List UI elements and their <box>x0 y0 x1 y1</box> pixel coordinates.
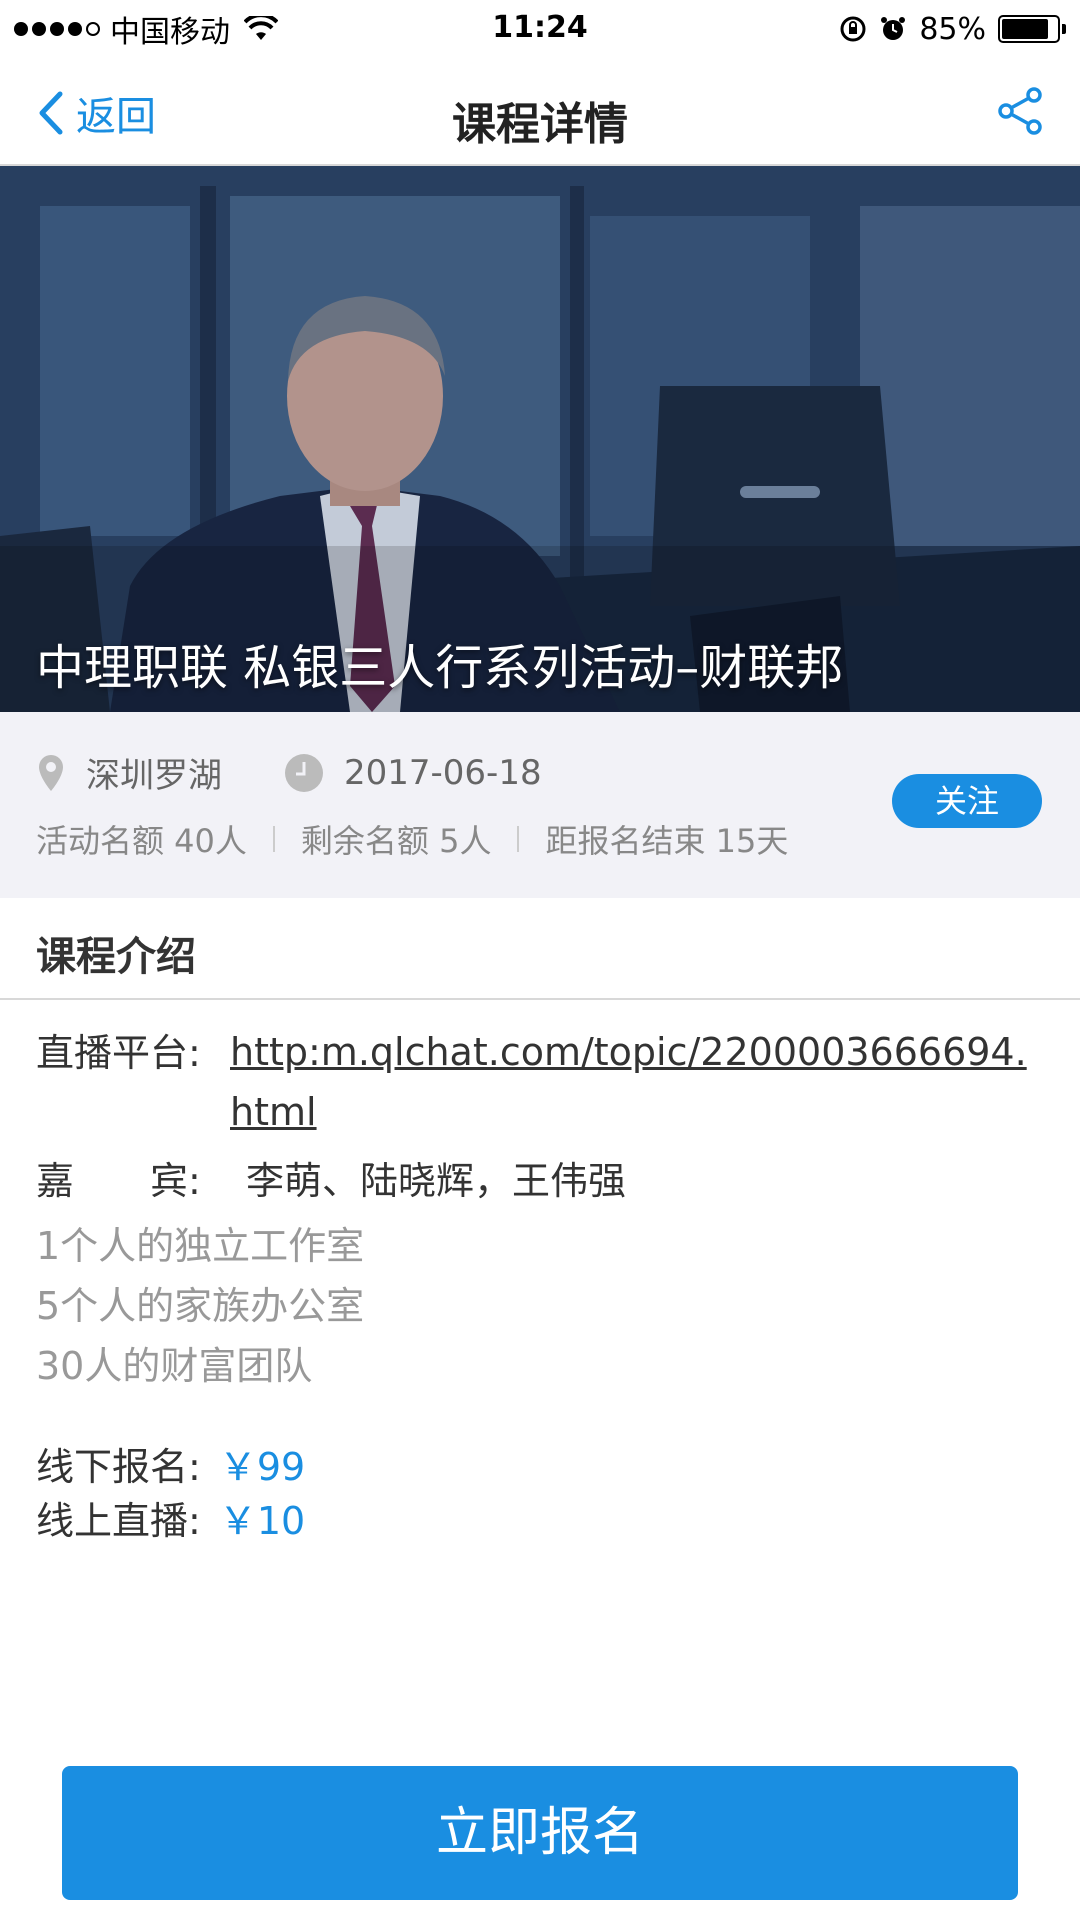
section-header: 课程介绍 <box>0 898 1080 1000</box>
offline-price-row: 线下报名: ￥99 <box>36 1440 305 1494</box>
share-icon[interactable] <box>996 86 1044 136</box>
section-title: 课程介绍 <box>36 934 196 980</box>
offline-label: 线下报名: <box>36 1445 201 1489</box>
description-line: 5个人的家族办公室 <box>36 1284 365 1328</box>
quota-remaining: 剩余名额 5人 <box>300 822 492 860</box>
location-pin-icon <box>39 754 63 791</box>
battery-percent: 85% <box>919 11 986 47</box>
description-line: 1个人的独立工作室 <box>36 1224 365 1268</box>
divider <box>517 826 520 852</box>
quota-row: 活动名额 40人 剩余名额 5人 距报名结束 15天 <box>36 816 788 862</box>
location-date-row: 深圳罗湖 2017-06-18 <box>36 748 542 797</box>
clock-icon <box>285 753 323 792</box>
guest-label: 嘉 宾: <box>36 1159 201 1203</box>
battery-icon <box>998 15 1066 43</box>
divider <box>272 826 275 852</box>
offline-price: ￥99 <box>218 1445 306 1489</box>
online-label: 线上直播: <box>36 1499 201 1543</box>
hero-banner: 中理职联 私银三人行系列活动–财联邦 <box>0 166 1080 712</box>
online-price-row: 线上直播: ￥10 <box>36 1494 305 1548</box>
online-price: ￥10 <box>218 1499 306 1543</box>
rotation-lock-icon <box>840 16 866 42</box>
course-title: 中理职联 私银三人行系列活动–财联邦 <box>36 640 844 696</box>
follow-button[interactable]: 关注 <box>892 774 1042 828</box>
date-text: 2017-06-18 <box>344 752 542 793</box>
course-info: 深圳罗湖 2017-06-18 活动名额 40人 剩余名额 5人 距报名结束 1… <box>0 712 1080 898</box>
description-line: 30人的财富团队 <box>36 1344 313 1388</box>
registration-deadline: 距报名结束 15天 <box>545 822 789 860</box>
alarm-icon <box>881 17 906 40</box>
page-title: 课程详情 <box>452 99 628 150</box>
platform-label: 直播平台: <box>36 1031 201 1075</box>
location-text: 深圳罗湖 <box>86 756 222 796</box>
price-list: 线下报名: ￥99 线上直播: ￥10 <box>36 1440 305 1548</box>
description-lines: 1个人的独立工作室 5个人的家族办公室 30人的财富团队 <box>36 1216 364 1396</box>
status-right: 85% <box>839 10 1066 48</box>
guest-row: 嘉 宾: 李萌、陆晓辉，王伟强 <box>36 1150 626 1205</box>
register-button[interactable]: 立即报名 <box>62 1766 1018 1900</box>
guest-names: 李萌、陆晓辉，王伟强 <box>246 1159 627 1203</box>
status-bar: 中国移动 11:24 85% <box>0 0 1080 58</box>
nav-bar: 返回 课程详情 <box>0 58 1080 166</box>
quota-total: 活动名额 40人 <box>36 822 247 860</box>
platform-link[interactable]: http:m.qlchat.com/topic/2200003666694.ht… <box>230 1022 1050 1142</box>
